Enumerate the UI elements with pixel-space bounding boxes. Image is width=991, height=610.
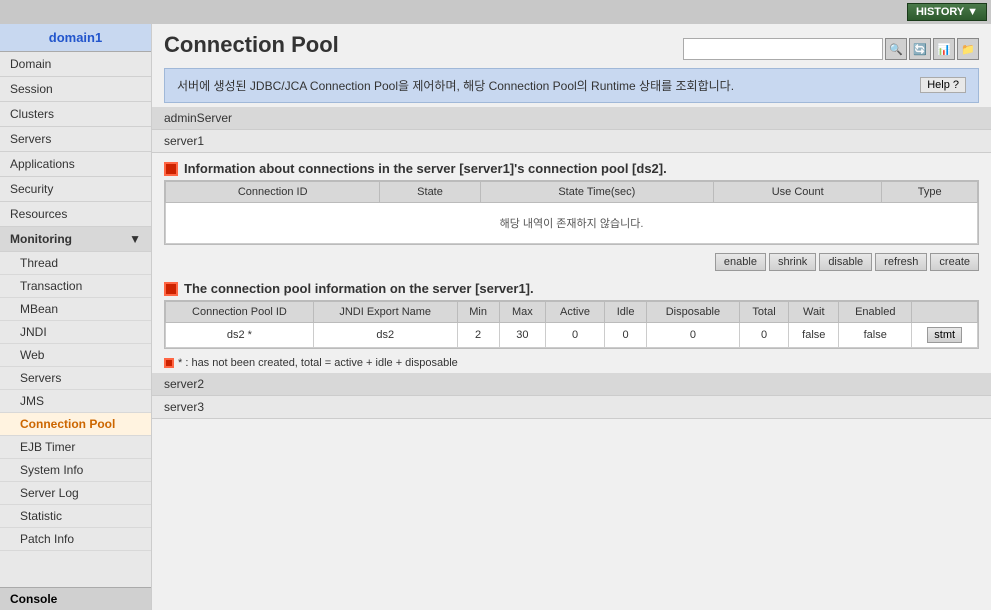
- sidebar-sub-ejb-timer[interactable]: EJB Timer: [0, 436, 151, 459]
- cell-stmt: stmt: [912, 323, 978, 348]
- note: * : has not been created, total = active…: [164, 357, 979, 369]
- col-idle: Idle: [604, 302, 646, 323]
- sidebar-item-resources[interactable]: Resources: [0, 202, 151, 227]
- history-button[interactable]: HISTORY ▼: [907, 3, 987, 21]
- section2: The connection pool information on the s…: [164, 281, 979, 349]
- section1-table-container: Connection ID State State Time(sec) Use …: [164, 180, 979, 245]
- sidebar-sub-thread[interactable]: Thread: [0, 252, 151, 275]
- col-wait: Wait: [789, 302, 839, 323]
- col-jndi: JNDI Export Name: [313, 302, 457, 323]
- sidebar-sub-patch-info[interactable]: Patch Info: [0, 528, 151, 551]
- cell-enabled: false: [839, 323, 912, 348]
- cell-disposable: 0: [647, 323, 740, 348]
- info-banner: 서버에 생성된 JDBC/JCA Connection Pool을 제어하며, …: [164, 68, 979, 103]
- enable-button[interactable]: enable: [715, 253, 766, 271]
- sidebar-sub-connection-pool[interactable]: Connection Pool: [0, 413, 151, 436]
- section2-icon: [164, 282, 178, 296]
- sidebar-sub-jms[interactable]: JMS: [0, 390, 151, 413]
- search-icon-btn[interactable]: 🔍: [885, 38, 907, 60]
- cell-total: 0: [739, 323, 789, 348]
- refresh-button[interactable]: refresh: [875, 253, 927, 271]
- page-header: Connection Pool 🔍 🔄 📊 📁: [152, 24, 991, 64]
- admin-server-row: adminServer: [152, 107, 991, 130]
- sidebar-sub-servers[interactable]: Servers: [0, 367, 151, 390]
- note-icon: [164, 358, 174, 368]
- section1-title: Information about connections in the ser…: [164, 161, 979, 176]
- cell-pool-id: ds2 *: [166, 323, 314, 348]
- sidebar-sub-jndi[interactable]: JNDI: [0, 321, 151, 344]
- col-use-count: Use Count: [714, 182, 882, 203]
- sidebar-sub-server-log[interactable]: Server Log: [0, 482, 151, 505]
- sidebar-domain[interactable]: domain1: [0, 24, 151, 52]
- col-connection-id: Connection ID: [166, 182, 380, 203]
- section1-table: Connection ID State State Time(sec) Use …: [165, 181, 978, 244]
- cell-min: 2: [457, 323, 499, 348]
- export-icon-btn[interactable]: 📊: [933, 38, 955, 60]
- section2-table: Connection Pool ID JNDI Export Name Min …: [165, 301, 978, 348]
- section2-table-container: Connection Pool ID JNDI Export Name Min …: [164, 300, 979, 349]
- page-title: Connection Pool: [164, 32, 339, 58]
- cell-max: 30: [499, 323, 545, 348]
- col-action: [912, 302, 978, 323]
- content-area: Connection Pool 🔍 🔄 📊 📁 서버에 생성된 JDBC/JCA…: [152, 24, 991, 610]
- col-min: Min: [457, 302, 499, 323]
- sidebar-item-clusters[interactable]: Clusters: [0, 102, 151, 127]
- empty-row: 해당 내역이 존재하지 않습니다.: [166, 203, 978, 244]
- sidebar-sub-transaction[interactable]: Transaction: [0, 275, 151, 298]
- sidebar-sub-web[interactable]: Web: [0, 344, 151, 367]
- section1-icon: [164, 162, 178, 176]
- col-total: Total: [739, 302, 789, 323]
- col-disposable: Disposable: [647, 302, 740, 323]
- empty-message: 해당 내역이 존재하지 않습니다.: [166, 203, 978, 244]
- col-pool-id: Connection Pool ID: [166, 302, 314, 323]
- action-bar: enable shrink disable refresh create: [164, 253, 979, 271]
- help-button[interactable]: Help ?: [920, 77, 966, 93]
- section1-title-text: Information about connections in the ser…: [184, 161, 667, 176]
- col-type: Type: [882, 182, 978, 203]
- sidebar-item-applications[interactable]: Applications: [0, 152, 151, 177]
- col-max: Max: [499, 302, 545, 323]
- col-active: Active: [546, 302, 605, 323]
- cell-jndi: ds2: [313, 323, 457, 348]
- section2-title-text: The connection pool information on the s…: [184, 281, 534, 296]
- sidebar-item-servers[interactable]: Servers: [0, 127, 151, 152]
- sidebar-item-security[interactable]: Security: [0, 177, 151, 202]
- sidebar-item-session[interactable]: Session: [0, 77, 151, 102]
- create-button[interactable]: create: [930, 253, 979, 271]
- sidebar-item-domain[interactable]: Domain: [0, 52, 151, 77]
- sidebar: domain1 Domain Session Clusters Servers …: [0, 24, 152, 610]
- section2-title: The connection pool information on the s…: [164, 281, 979, 296]
- sidebar-sub-system-info[interactable]: System Info: [0, 459, 151, 482]
- table-row: ds2 * ds2 2 30 0 0 0 0 false false stmt: [166, 323, 978, 348]
- refresh-icon-btn[interactable]: 🔄: [909, 38, 931, 60]
- section1: Information about connections in the ser…: [164, 161, 979, 245]
- server1-row: server1: [152, 130, 991, 153]
- server3-row: server3: [152, 396, 991, 419]
- cell-idle: 0: [604, 323, 646, 348]
- sidebar-sub-statistic[interactable]: Statistic: [0, 505, 151, 528]
- sidebar-monitoring-label: Monitoring: [10, 232, 72, 246]
- col-enabled: Enabled: [839, 302, 912, 323]
- sidebar-item-monitoring[interactable]: Monitoring ▼: [0, 227, 151, 252]
- col-state: State: [380, 182, 480, 203]
- cell-active: 0: [546, 323, 605, 348]
- server2-row: server2: [152, 373, 991, 396]
- chevron-down-icon: ▼: [129, 232, 141, 246]
- col-state-time: State Time(sec): [480, 182, 713, 203]
- note-text: * : has not been created, total = active…: [178, 357, 458, 369]
- cell-wait: false: [789, 323, 839, 348]
- console-bar[interactable]: Console: [0, 587, 151, 610]
- folder-icon-btn[interactable]: 📁: [957, 38, 979, 60]
- sidebar-sub-mbean[interactable]: MBean: [0, 298, 151, 321]
- disable-button[interactable]: disable: [819, 253, 872, 271]
- search-input[interactable]: [683, 38, 883, 60]
- shrink-button[interactable]: shrink: [769, 253, 816, 271]
- stmt-button[interactable]: stmt: [927, 327, 962, 343]
- info-banner-text: 서버에 생성된 JDBC/JCA Connection Pool을 제어하며, …: [177, 77, 912, 94]
